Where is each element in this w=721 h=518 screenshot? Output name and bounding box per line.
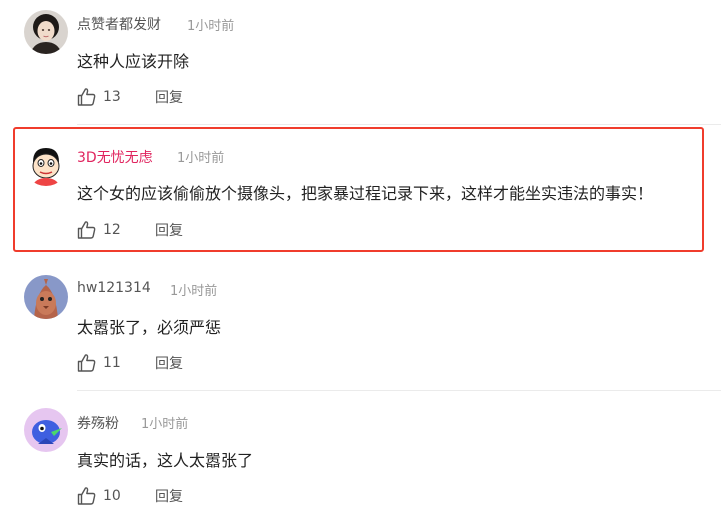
comment-actions: 11 回复	[77, 352, 183, 374]
thumbs-up-icon	[77, 486, 97, 506]
like-count: 10	[103, 488, 121, 504]
comment-text: 这种人应该开除	[77, 52, 190, 71]
brown-cartoon-avatar[interactable]	[24, 275, 68, 319]
reply-button[interactable]: 回复	[155, 353, 183, 373]
comment-username[interactable]: hw121314	[77, 280, 151, 296]
like-button[interactable]: 11	[77, 353, 155, 373]
comment-username[interactable]: 券殇粉	[77, 413, 119, 433]
comment-time: 1小时前	[141, 417, 189, 432]
comment-actions: 10 回复	[77, 485, 183, 507]
blue-bird-avatar[interactable]	[24, 408, 68, 452]
comment-item: 券殇粉 1小时前 真实的话，这人太嚣张了 10 回复	[0, 391, 721, 518]
reply-button[interactable]: 回复	[155, 87, 183, 107]
comment-username[interactable]: 点赞者都发财	[77, 14, 161, 34]
comment-list: 点赞者都发财 1小时前 这种人应该开除 13 回复 3D无忧无虑 1小时前 这个…	[0, 0, 721, 518]
comment-item: hw121314 1小时前 太嚣张了，必须严惩 11 回复	[0, 258, 721, 391]
comment-text: 真实的话，这人太嚣张了	[77, 451, 254, 470]
thumbs-up-icon	[77, 353, 97, 373]
comment-actions: 13 回复	[77, 86, 183, 108]
thumbs-up-icon	[77, 87, 97, 107]
like-button[interactable]: 10	[77, 486, 155, 506]
comment-time: 1小时前	[170, 284, 218, 299]
like-button[interactable]: 13	[77, 87, 155, 107]
like-count: 11	[103, 355, 121, 371]
comment-time: 1小时前	[187, 19, 235, 34]
highlight-box	[13, 127, 704, 252]
woman-portrait-avatar[interactable]	[24, 10, 68, 54]
reply-button[interactable]: 回复	[155, 486, 183, 506]
comment-text: 太嚣张了，必须严惩	[77, 318, 222, 337]
comment-item: 点赞者都发财 1小时前 这种人应该开除 13 回复	[0, 0, 721, 125]
like-count: 13	[103, 89, 121, 105]
